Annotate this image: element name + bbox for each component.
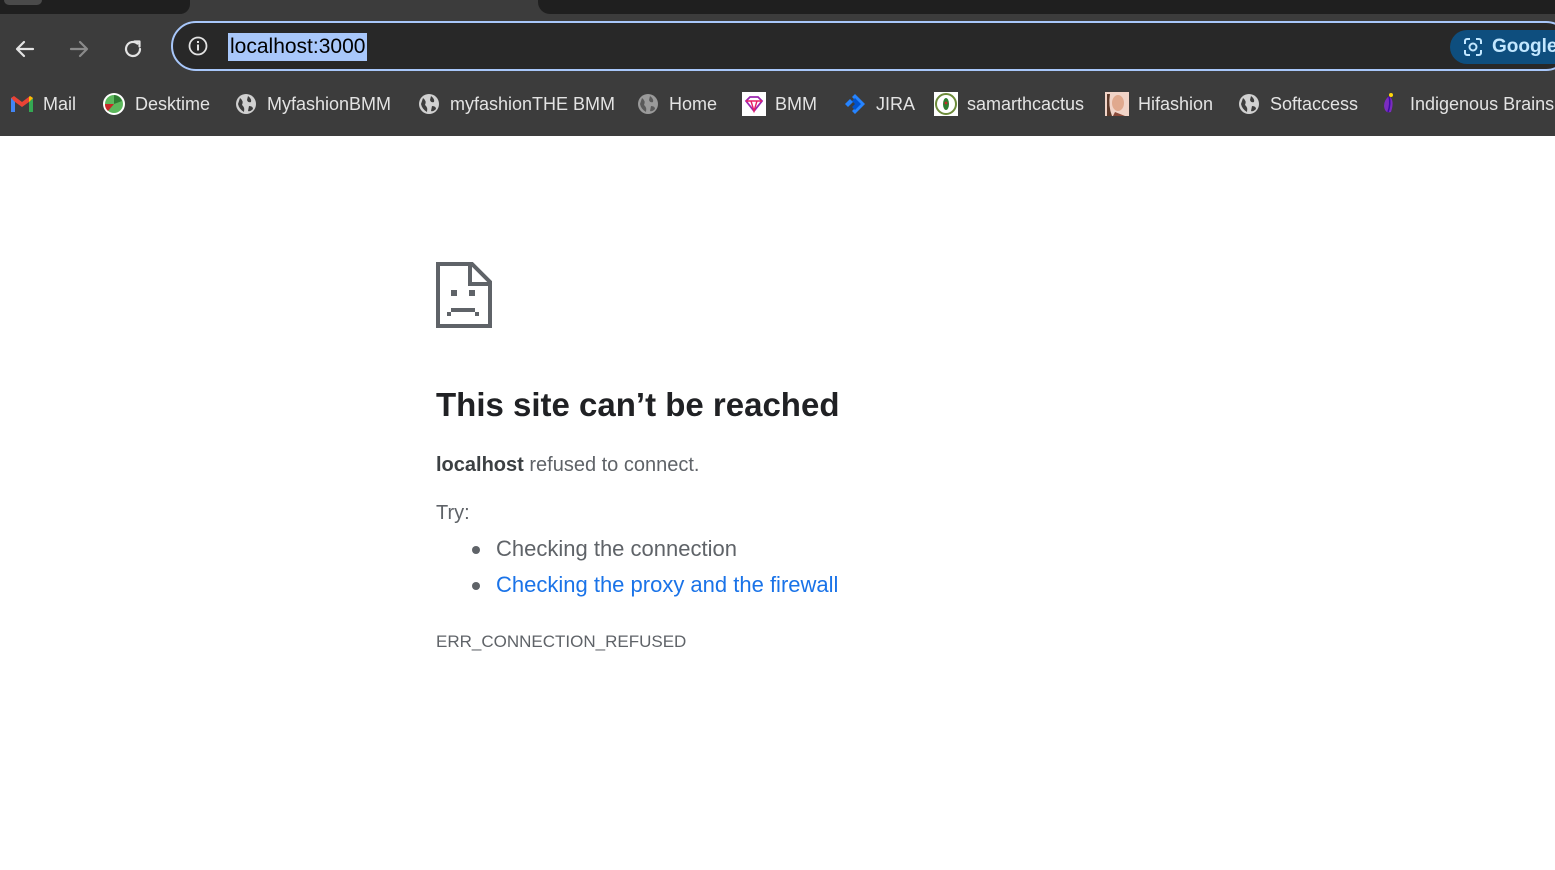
bookmark-samarthcactus[interactable]: samarthcactus: [934, 92, 1084, 116]
sad-page-icon: [436, 262, 492, 328]
address-bar[interactable]: localhost:3000 Google: [171, 21, 1555, 71]
hifashion-icon: [1105, 92, 1129, 116]
tab-group-pill[interactable]: [4, 0, 42, 5]
gmail-icon: [10, 92, 34, 116]
error-summary: localhost refused to connect.: [436, 454, 699, 477]
bookmark-label: Hifashion: [1138, 93, 1214, 114]
bookmark-mail[interactable]: Mail: [10, 92, 76, 116]
bookmark-label: BMM: [775, 93, 817, 114]
toolbar: localhost:3000 Google: [0, 14, 1555, 84]
desktime-icon: [102, 92, 126, 116]
tab-strip: [0, 0, 1555, 14]
globe-icon: [234, 92, 258, 116]
globe-icon: [417, 92, 441, 116]
error-code: ERR_CONNECTION_REFUSED: [436, 632, 687, 651]
bookmark-softaccess[interactable]: Softaccess: [1237, 92, 1358, 116]
bookmark-myfashionthe-bmm[interactable]: myfashionTHE BMM: [417, 92, 615, 116]
samarthcactus-icon: [934, 92, 958, 116]
bookmark-indigenous-brains[interactable]: Indigenous Brains: [1377, 92, 1554, 116]
bookmark-label: JIRA: [876, 93, 916, 114]
arrow-left-icon: [15, 40, 35, 58]
bookmark-bmm[interactable]: BMM: [742, 92, 817, 116]
try-label: Try:: [436, 502, 470, 524]
arrow-right-icon: [69, 40, 89, 58]
bookmark-label: Mail: [43, 93, 77, 114]
info-icon[interactable]: [187, 35, 209, 57]
bookmark-desktime[interactable]: Desktime: [102, 92, 210, 116]
google-lens-button[interactable]: Google: [1450, 30, 1555, 64]
bookmark-label: MyfashionBMM: [267, 93, 392, 114]
bmm-icon: [742, 92, 766, 116]
bookmark-label: Desktime: [135, 93, 211, 114]
bookmarks-bar: Mail Desktime MyfashionBMM myfashionTHE …: [0, 84, 1555, 124]
suggestion-item: Checking the connection: [436, 535, 838, 571]
suggestion-item[interactable]: Checking the proxy and the firewall: [436, 571, 838, 607]
globe-icon: [636, 92, 660, 116]
bookmark-label: Home: [669, 93, 718, 114]
bookmark-label: samarthcactus: [967, 93, 1085, 114]
bookmark-myfashionbmm[interactable]: MyfashionBMM: [234, 92, 391, 116]
browser-chrome: localhost:3000 Google Mail Desktime Myfa…: [0, 0, 1555, 136]
url-input[interactable]: localhost:3000: [228, 33, 368, 61]
error-host: localhost: [436, 454, 524, 476]
google-lens-icon: [1464, 38, 1482, 56]
google-chip-label: Google: [1492, 36, 1555, 57]
error-summary-text: refused to connect.: [523, 454, 700, 476]
active-tab[interactable]: [0, 0, 190, 14]
indigenous-brains-icon: [1377, 92, 1401, 116]
bookmark-home[interactable]: Home: [636, 92, 717, 116]
jira-icon: [843, 92, 867, 116]
bookmark-hifashion[interactable]: Hifashion: [1105, 92, 1213, 116]
proxy-firewall-link[interactable]: Checking the proxy and the firewall: [496, 572, 838, 597]
bookmark-label: myfashionTHE BMM: [450, 93, 616, 114]
tab-strip-background: [538, 0, 1555, 14]
bookmark-label: Softaccess: [1270, 93, 1359, 114]
bookmark-jira[interactable]: JIRA: [843, 92, 915, 116]
forward-button[interactable]: [62, 32, 96, 66]
bookmark-label: Indigenous Brains: [1410, 93, 1555, 114]
back-button[interactable]: [8, 32, 42, 66]
suggestions-list: Checking the connection Checking the pro…: [436, 535, 838, 607]
error-title: This site can’t be reached: [436, 386, 840, 423]
globe-icon: [1237, 92, 1261, 116]
reload-icon: [124, 40, 142, 58]
reload-button[interactable]: [116, 32, 150, 66]
suggestion-text: Checking the connection: [496, 536, 737, 561]
